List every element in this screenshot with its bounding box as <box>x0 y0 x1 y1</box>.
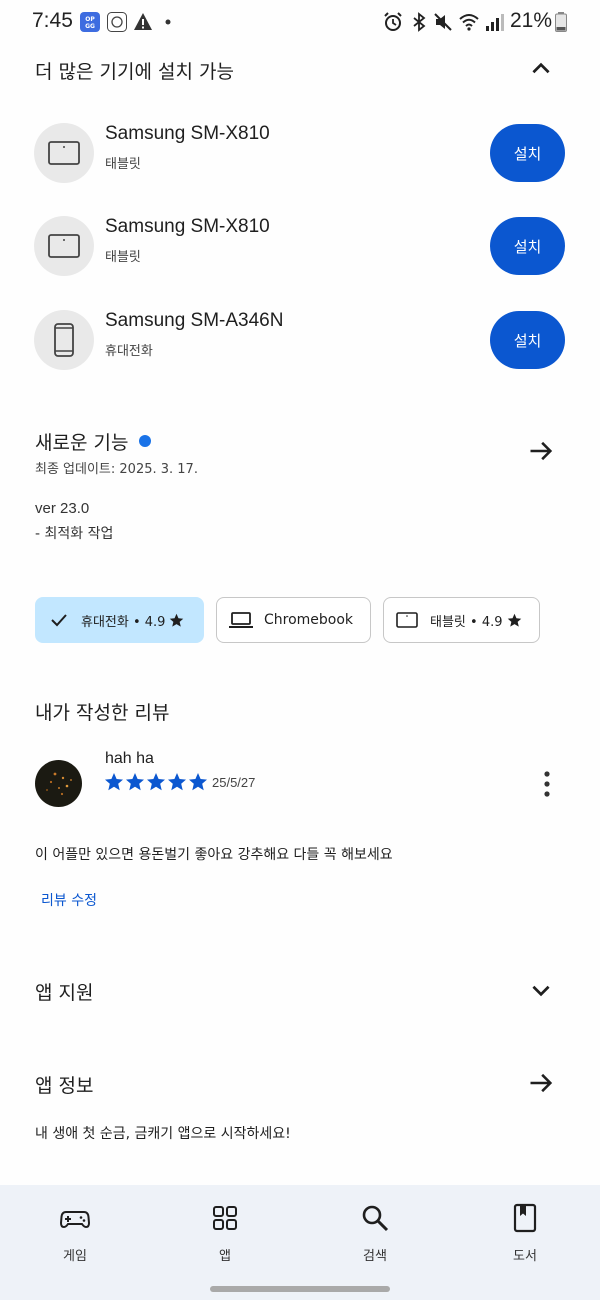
search-icon <box>362 1205 389 1232</box>
lottery-app-icon <box>107 12 127 32</box>
nav-label: 앱 <box>219 1249 231 1264</box>
nav-item-apps[interactable]: 앱 <box>185 1203 265 1264</box>
new-indicator-dot <box>139 435 151 447</box>
nav-item-books[interactable]: 도서 <box>485 1203 565 1264</box>
star-icon <box>189 773 207 791</box>
install-button[interactable]: 설치 <box>490 217 565 275</box>
last-updated: 최종 업데이트: 2025. 3. 17. <box>35 462 198 477</box>
star-icon <box>105 773 123 791</box>
chevron-down-icon[interactable] <box>528 977 554 1003</box>
apps-grid-icon <box>213 1206 237 1230</box>
star-icon <box>170 613 184 627</box>
bottom-nav: 게임 앱 검색 도서 <box>0 1185 600 1300</box>
arrow-right-icon[interactable] <box>527 437 555 465</box>
gamepad-icon <box>60 1211 90 1229</box>
book-icon <box>513 1203 537 1233</box>
svg-text:OP: OP <box>85 16 95 23</box>
device-row: Samsung SM-X810 태블릿 설치 <box>0 206 600 286</box>
tablet-icon <box>396 612 418 628</box>
device-avatar <box>34 310 94 370</box>
avatar <box>35 760 82 807</box>
nav-label: 게임 <box>63 1249 87 1264</box>
nav-item-search[interactable]: 검색 <box>335 1203 415 1264</box>
laptop-icon <box>229 612 253 628</box>
phone-icon <box>54 323 74 357</box>
status-bar: 7:45 OP GG 21% <box>0 0 600 44</box>
install-button[interactable]: 설치 <box>490 311 565 369</box>
status-time: 7:45 <box>32 9 73 32</box>
device-name: Samsung SM-X810 <box>105 123 270 144</box>
rating-stars <box>104 772 208 792</box>
device-name: Samsung SM-A346N <box>105 310 284 331</box>
install-button[interactable]: 설치 <box>490 124 565 182</box>
device-avatar <box>34 123 94 183</box>
svg-text:GG: GG <box>85 23 95 30</box>
whats-new-title: 새로운 기능 <box>35 432 129 454</box>
dot-icon <box>165 19 171 25</box>
chip-label: Chromebook <box>264 612 354 628</box>
review-date: 25/5/27 <box>212 775 256 790</box>
mute-icon <box>434 13 452 31</box>
devices-section-title: 더 많은 기기에 설치 가능 <box>35 61 234 83</box>
battery-icon <box>555 12 567 32</box>
app-description: 내 생애 첫 순금, 금캐기 앱으로 시작하세요! <box>35 1126 291 1142</box>
star-icon <box>126 773 144 791</box>
device-row: Samsung SM-X810 태블릿 설치 <box>0 113 600 193</box>
review-author: hah ha <box>105 750 154 767</box>
alarm-icon <box>384 12 402 31</box>
nav-item-games[interactable]: 게임 <box>35 1203 115 1264</box>
app-info-title[interactable]: 앱 정보 <box>35 1071 93 1098</box>
warning-icon <box>134 13 152 30</box>
opgg-app-icon: OP GG <box>80 12 100 32</box>
tablet-icon <box>48 234 80 258</box>
version-text: ver 23.0 <box>35 500 90 517</box>
tablet-icon <box>48 141 80 165</box>
device-row: Samsung SM-A346N 휴대전화 설치 <box>0 300 600 380</box>
gesture-home-bar[interactable] <box>210 1286 390 1292</box>
chip-chromebook[interactable]: Chromebook <box>216 597 371 643</box>
battery-percent: 21% <box>509 9 552 32</box>
my-review-title: 내가 작성한 리뷰 <box>35 702 170 724</box>
chevron-up-icon[interactable] <box>528 56 554 82</box>
bluetooth-icon <box>413 12 426 32</box>
chip-label: 휴대전화 • 4.9 <box>81 614 166 630</box>
device-name: Samsung SM-X810 <box>105 216 270 237</box>
wifi-icon <box>459 14 479 31</box>
star-icon <box>147 773 165 791</box>
avatar-image <box>46 772 72 796</box>
signal-icon <box>486 14 504 31</box>
chip-phone[interactable]: 휴대전화 • 4.9 <box>35 597 204 643</box>
review-text: 이 어플만 있으면 용돈벌기 좋아요 강추해요 다들 꼭 해보세요 <box>35 847 393 863</box>
star-icon <box>507 613 521 627</box>
device-avatar <box>34 216 94 276</box>
nav-label: 도서 <box>513 1249 537 1264</box>
chip-label: 태블릿 • 4.9 <box>430 614 503 630</box>
device-type: 태블릿 <box>105 250 141 265</box>
check-icon <box>51 614 67 627</box>
device-type: 휴대전화 <box>105 344 153 359</box>
device-type: 태블릿 <box>105 157 141 172</box>
app-support-title[interactable]: 앱 지원 <box>35 978 93 1005</box>
update-note: - 최적화 작업 <box>35 526 114 542</box>
star-icon <box>168 773 186 791</box>
edit-review-link[interactable]: 리뷰 수정 <box>41 890 97 910</box>
arrow-right-icon[interactable] <box>527 1069 555 1097</box>
chip-tablet[interactable]: 태블릿 • 4.9 <box>383 597 540 643</box>
nav-label: 검색 <box>363 1249 387 1264</box>
more-options-icon[interactable] <box>537 771 557 797</box>
whats-new-header[interactable]: 새로운 기능 최종 업데이트: 2025. 3. 17. <box>35 428 555 478</box>
